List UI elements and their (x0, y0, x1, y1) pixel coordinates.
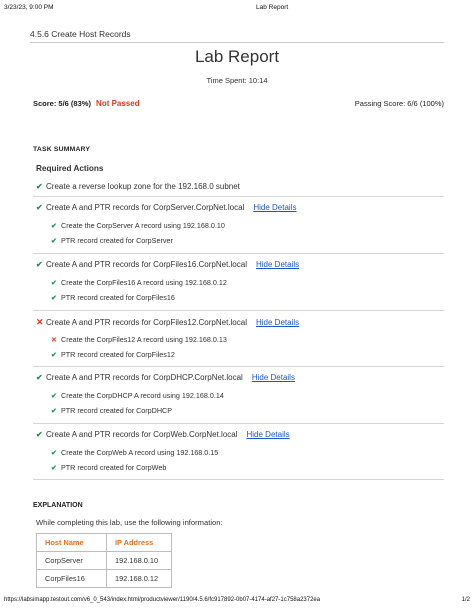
required-actions-heading: Required Actions (36, 164, 104, 173)
explanation-intro: While completing this lab, use the follo… (36, 518, 223, 527)
detail-label: PTR record created for CorpWeb (61, 463, 167, 472)
task-summary-title: TASK SUMMARY (33, 146, 91, 153)
hide-details-link[interactable]: Hide Details (247, 430, 290, 439)
check-icon: ✔ (51, 393, 57, 400)
detail-line: ✔ PTR record created for CorpWeb (51, 463, 166, 472)
page-title: Lab Report (194, 47, 280, 66)
detail-label: Create the CorpWeb A record using 192.16… (61, 448, 219, 457)
page-number: 1/2 (461, 597, 470, 603)
explanation-title: EXPLANATION (33, 502, 83, 509)
detail-line: ✔ Create the CorpWeb A record using 192.1… (51, 448, 218, 457)
check-icon: ✔ (51, 465, 57, 472)
detail-line: ✔ PTR record created for CorpFiles12 (51, 350, 175, 359)
detail-label: Create the CorpFiles12 A record using 19… (61, 335, 227, 344)
detail-line: ✕ Create the CorpFiles12 A record using 1… (51, 335, 227, 344)
action-line: ✔ Create a reverse lookup zone for the 19… (36, 182, 240, 191)
action-label: Create A and PTR records for CorpFiles12… (46, 318, 247, 327)
detail-line: ✔ Create the CorpServer A record using 19… (51, 221, 225, 230)
print-doc-title: Lab Report (256, 4, 289, 11)
detail-line: ✔ PTR record created for CorpServer (51, 236, 173, 245)
hide-details-link[interactable]: Hide Details (252, 373, 295, 382)
detail-label: PTR record created for CorpServer (61, 236, 173, 245)
action-label: Create A and PTR records for CorpDHCP.Co… (46, 373, 243, 382)
passing-score: Passing Score: 6/6 (100%) (354, 99, 444, 108)
time-spent: Time Spent: 10:14 (206, 76, 268, 85)
action-line: ✔ Create A and PTR records for CorpDHCP.C… (36, 373, 295, 382)
action-line: ✔ Create A and PTR records for CorpServer… (36, 203, 296, 212)
status-badge: Not Passed (96, 99, 140, 108)
action-line: ✔ Create A and PTR records for CorpWeb.Co… (36, 430, 290, 439)
table-cell-ip: 192.168.0.12 (106, 569, 172, 588)
print-datetime: 3/23/23, 9:00 PM (4, 4, 54, 11)
action-label: Create A and PTR records for CorpServer.… (46, 203, 245, 212)
action-item: ✕ Create A and PTR records for CorpFiles1… (33, 310, 444, 367)
ip-table: Host Name IP Address CorpServer 192.168.… (36, 533, 172, 588)
action-label: Create A and PTR records for CorpFiles16… (46, 260, 247, 269)
detail-line: ✔ Create the CorpDHCP A record using 192.… (51, 391, 224, 400)
check-icon: ✔ (51, 352, 57, 359)
footer-url: https://labsimapp.testout.com/v6_0_543/i… (4, 597, 321, 603)
hide-details-link[interactable]: Hide Details (256, 318, 299, 327)
cross-icon: ✕ (36, 317, 44, 327)
check-icon: ✔ (51, 223, 57, 230)
action-item: ✔ Create A and PTR records for CorpFiles1… (33, 253, 444, 311)
check-icon: ✔ (51, 238, 57, 245)
cross-icon: ✕ (51, 337, 57, 344)
detail-line: ✔ PTR record created for CorpFiles16 (51, 293, 175, 302)
table-row: CorpFiles16 192.168.0.12 (36, 569, 172, 588)
action-item: ✔ Create A and PTR records for CorpWeb.Co… (33, 423, 444, 480)
check-icon: ✔ (36, 260, 43, 269)
action-label: Create A and PTR records for CorpWeb.Cor… (46, 430, 238, 439)
detail-label: Create the CorpDHCP A record using 192.1… (61, 391, 224, 400)
action-item: ✔ Create A and PTR records for CorpServer… (33, 196, 444, 254)
hide-details-link[interactable]: Hide Details (256, 260, 299, 269)
table-cell-host: CorpFiles16 (36, 569, 107, 588)
check-icon: ✔ (51, 450, 57, 457)
table-cell-ip: 192.168.0.10 (106, 551, 172, 570)
action-item: ✔ Create A and PTR records for CorpDHCP.C… (33, 366, 444, 424)
table-header-row: Host Name IP Address (36, 533, 172, 552)
detail-label: PTR record created for CorpFiles12 (61, 350, 175, 359)
detail-label: PTR record created for CorpDHCP (61, 406, 173, 415)
check-icon: ✔ (36, 373, 43, 382)
detail-line: ✔ Create the CorpFiles16 A record using 1… (51, 278, 227, 287)
table-header-host: Host Name (36, 533, 107, 552)
check-icon: ✔ (36, 203, 43, 212)
score-value: Score: 5/6 (83%) (33, 99, 91, 108)
detail-label: PTR record created for CorpFiles16 (61, 293, 175, 302)
header-divider (30, 42, 444, 43)
check-icon: ✔ (51, 408, 57, 415)
action-label: Create a reverse lookup zone for the 192… (46, 182, 240, 191)
check-icon: ✔ (36, 182, 43, 191)
check-icon: ✔ (51, 295, 57, 302)
score: Score: 5/6 (83%) Not Passed (33, 99, 140, 108)
action-line: ✕ Create A and PTR records for CorpFiles1… (36, 317, 299, 328)
check-icon: ✔ (51, 280, 57, 287)
action-line: ✔ Create A and PTR records for CorpFiles1… (36, 260, 299, 269)
breadcrumb: 4.5.6 Create Host Records (30, 29, 131, 39)
table-header-ip: IP Address (106, 533, 172, 552)
detail-label: Create the CorpFiles16 A record using 19… (61, 278, 227, 287)
table-cell-host: CorpServer (36, 551, 107, 570)
table-row: CorpServer 192.168.0.10 (36, 551, 172, 570)
action-item: ✔ Create a reverse lookup zone for the 19… (33, 178, 444, 197)
check-icon: ✔ (36, 430, 43, 439)
hide-details-link[interactable]: Hide Details (253, 203, 296, 212)
detail-line: ✔ PTR record created for CorpDHCP (51, 406, 172, 415)
detail-label: Create the CorpServer A record using 192… (61, 221, 225, 230)
